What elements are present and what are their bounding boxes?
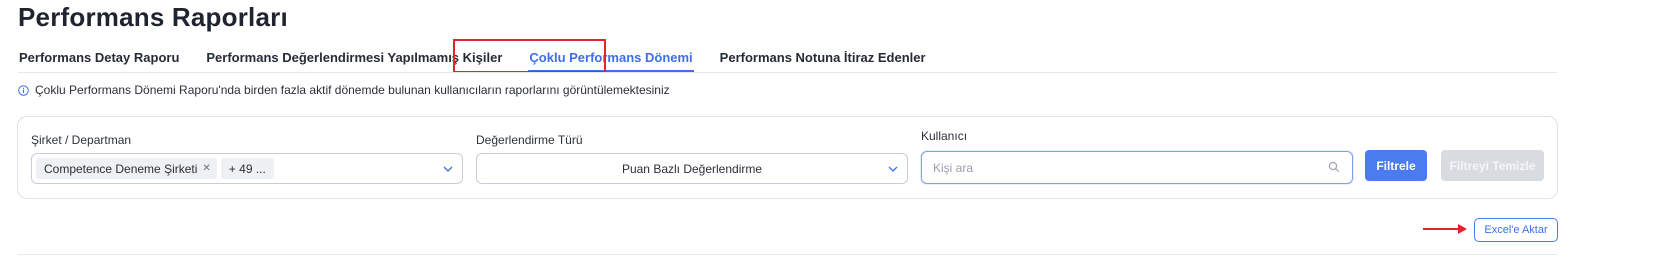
tab-coklu-performans-donemi[interactable]: Çoklu Performans Dönemi (528, 42, 694, 72)
evaluation-type-value: Puan Bazlı Değerlendirme (621, 161, 763, 176)
info-text: Çoklu Performans Dönemi Raporu'nda birde… (35, 83, 670, 97)
info-message: Çoklu Performans Dönemi Raporu'nda birde… (18, 83, 670, 97)
tab-bar: Performans Detay Raporu Performans Değer… (18, 42, 927, 72)
chip-close-icon[interactable]: ✕ (202, 163, 210, 174)
tab-itiraz-edenler[interactable]: Performans Notuna İtiraz Edenler (719, 42, 927, 72)
user-label: Kullanıcı (921, 129, 968, 143)
tabs-divider (18, 72, 1557, 73)
clear-filter-button[interactable]: Filtreyi Temizle (1441, 150, 1544, 181)
chevron-down-icon (443, 166, 453, 172)
evaluation-type-select[interactable]: Puan Bazlı Değerlendirme (476, 153, 908, 184)
company-chip: Competence Deneme Şirketi ✕ (36, 158, 217, 179)
company-more-chip: + 49 ... (220, 158, 274, 179)
filter-button[interactable]: Filtrele (1365, 150, 1427, 181)
company-more-label: + 49 ... (228, 161, 266, 176)
evaluation-type-label: Değerlendirme Türü (476, 133, 583, 147)
info-circle-icon (18, 84, 29, 96)
company-select[interactable]: Competence Deneme Şirketi ✕ + 49 ... (31, 153, 463, 184)
tab-degerlendirmesi-yapilmamis[interactable]: Performans Değerlendirmesi Yapılmamış Ki… (205, 42, 503, 72)
bottom-divider (18, 254, 1557, 255)
tab-performans-detay-raporu[interactable]: Performans Detay Raporu (18, 42, 180, 72)
search-icon (1328, 161, 1340, 173)
company-chip-label: Competence Deneme Şirketi (44, 161, 198, 176)
arrow-right-icon (1423, 224, 1467, 234)
company-label: Şirket / Departman (31, 133, 132, 147)
chevron-down-icon (888, 166, 898, 172)
user-search-box (921, 151, 1353, 184)
user-search-input[interactable] (931, 152, 1321, 183)
export-excel-button[interactable]: Excel'e Aktar (1474, 218, 1558, 242)
page-title: Performans Raporları (18, 2, 288, 32)
